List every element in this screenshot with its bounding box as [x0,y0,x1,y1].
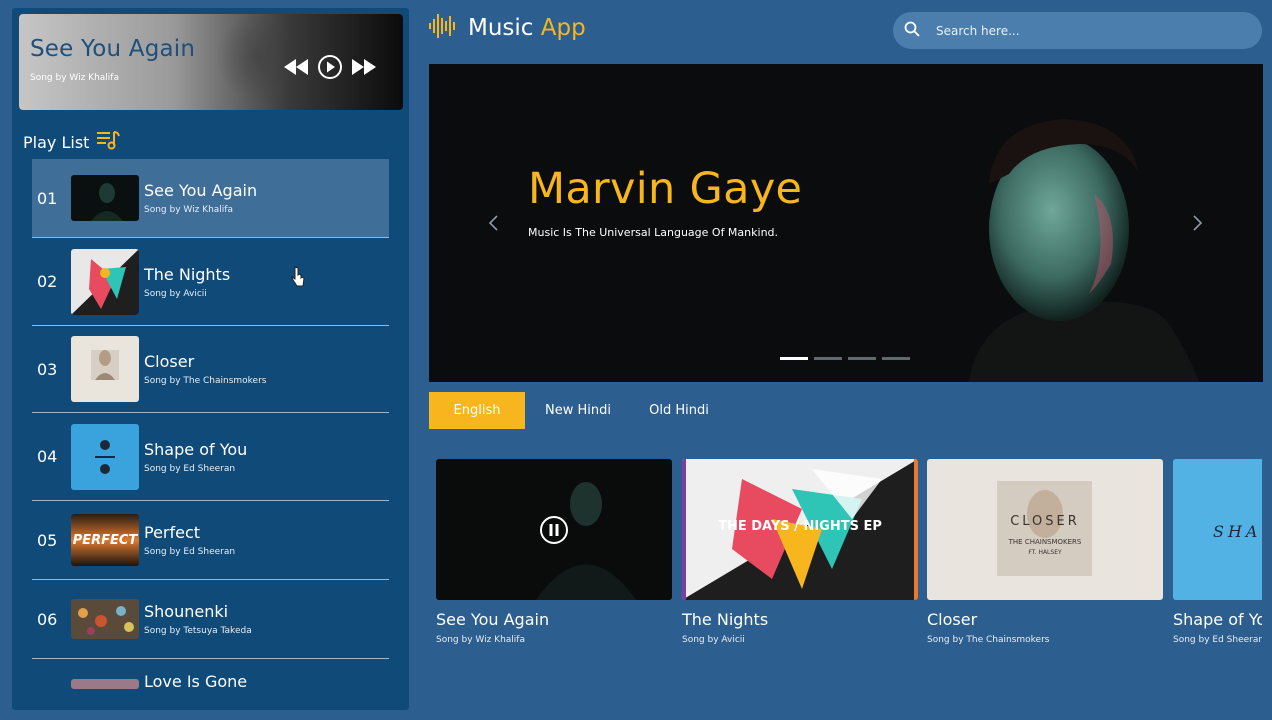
song-card[interactable]: CLOSER THE CHAINSMOKERS FT. HALSEY Close… [927,459,1163,645]
tab-english[interactable]: English [429,392,525,429]
track-thumbnail [71,336,139,402]
track-name: Love Is Gone [144,672,248,691]
song-card[interactable]: THE DAYS / NIGHTS EP The Nights Song by … [682,459,918,645]
playlist-header: Play List [23,129,121,155]
album-text-shape: SHA [1213,522,1261,541]
playlist-item[interactable]: 03 Closer Song by The Chainsmokers [32,326,389,413]
album-text-closer-sub: THE CHAINSMOKERS [1008,538,1082,546]
now-playing-bar: See You Again Song by Wiz Khalifa [19,14,403,110]
chevron-left-icon[interactable] [487,214,499,236]
playlist-music-icon [97,129,121,155]
playlist: 01 See You Again Song by Wiz Khalifa 02 … [32,159,389,691]
playlist-item[interactable]: 06 Shounenki Song by Tetsuya Takeda [32,580,389,659]
playlist-title: Play List [23,132,90,152]
track-artist: Song by The Chainsmokers [144,376,267,386]
song-card-artist: Song by The Chainsmokers [927,635,1050,645]
track-number: 03 [37,359,58,379]
album-text-closer: CLOSER [1010,514,1080,529]
brand-name-accent: App [540,15,586,41]
now-playing-artist: Song by Wiz Khalifa [30,73,119,83]
song-card-image: THE DAYS / NIGHTS EP [682,459,918,600]
song-card-artist: Song by Avicii [682,635,745,645]
playlist-item[interactable]: 05 PERFECT Perfect Song by Ed Sheeran [32,501,389,580]
track-number: 05 [37,530,58,550]
track-artist: Song by Ed Sheeran [144,463,236,474]
playback-controls [283,54,377,80]
tab-new-hindi[interactable]: New Hindi [525,392,631,429]
song-card-image: CLOSER THE CHAINSMOKERS FT. HALSEY [927,459,1163,600]
track-name: Shape of You [144,439,248,459]
track-name: See You Again [144,181,258,200]
language-tabs: English New Hindi Old Hindi [429,392,727,429]
track-thumbnail [71,679,139,689]
play-icon[interactable] [317,54,343,80]
song-card[interactable]: See You Again Song by Wiz Khalifa [436,459,672,645]
tab-old-hindi[interactable]: Old Hindi [631,392,727,429]
carousel-dot[interactable] [814,357,842,360]
track-number: 04 [37,447,58,466]
track-name: Shounenki [144,602,229,621]
song-cards: See You Again Song by Wiz Khalifa THE DA… [436,459,1262,649]
playlist-item[interactable]: 01 See You Again Song by Wiz Khalifa [32,159,389,238]
playlist-item[interactable]: Love Is Gone [32,659,389,691]
fast-forward-icon[interactable] [351,58,377,76]
track-number: 06 [37,609,58,629]
track-thumbnail [71,175,139,221]
song-card-image: SHA [1173,459,1262,600]
track-artist: Song by Tetsuya Takeda [144,626,252,636]
track-name: Closer [144,352,195,371]
track-name: Perfect [144,523,201,542]
search-icon[interactable] [904,21,920,41]
brand-logo[interactable]: Music App [428,12,586,44]
track-artist: Song by Avicii [144,288,207,299]
mouse-cursor-icon [291,266,305,292]
carousel-dot[interactable] [882,357,910,360]
song-card-artist: Song by Ed Sheeran [1173,635,1262,645]
album-text-nights: THE DAYS / NIGHTS EP [718,519,882,534]
carousel-indicators [780,357,910,360]
album-text-perfect: PERFECT [73,533,139,548]
playlist-item[interactable]: 02 The Nights Song by Avicii [32,238,389,326]
track-number: 02 [37,272,58,291]
track-thumbnail [71,599,139,639]
hero-carousel: Marvin Gaye Music Is The Universal Langu… [429,64,1263,382]
hero-subtitle: Music Is The Universal Language Of Manki… [528,226,779,239]
track-thumbnail: PERFECT [71,514,139,566]
search-input[interactable] [936,23,1236,38]
now-playing-title: See You Again [30,36,196,62]
left-panel: See You Again Song by Wiz Khalifa Play L… [12,8,409,710]
sound-wave-icon [428,12,458,44]
song-card-name: See You Again [436,610,550,629]
hero-title: Marvin Gaye [528,164,803,214]
track-artist: Song by Ed Sheeran [144,547,236,557]
song-card-image [436,459,672,600]
brand-name: Music App [468,15,586,41]
album-text-closer-feat: FT. HALSEY [1028,549,1062,556]
track-thumbnail [71,423,139,490]
song-card-name: Shape of You [1173,610,1262,629]
track-artist: Song by Wiz Khalifa [144,205,233,215]
song-card-name: The Nights [682,610,769,629]
chevron-right-icon[interactable] [1192,214,1204,236]
song-card-name: Closer [927,610,978,629]
carousel-dot[interactable] [780,357,808,360]
brand-name-main: Music [468,15,541,41]
song-card-artist: Song by Wiz Khalifa [436,635,525,645]
song-card[interactable]: SHA Shape of You Song by Ed Sheeran [1173,459,1262,645]
playlist-item[interactable]: 04 Shape of You Song by Ed Sheeran [32,413,389,501]
track-number: 01 [37,188,58,208]
search-bar [893,12,1262,49]
rewind-icon[interactable] [283,58,309,76]
carousel-dot[interactable] [848,357,876,360]
track-thumbnail [71,248,139,315]
pause-icon[interactable] [539,515,569,549]
track-name: The Nights [144,264,231,284]
